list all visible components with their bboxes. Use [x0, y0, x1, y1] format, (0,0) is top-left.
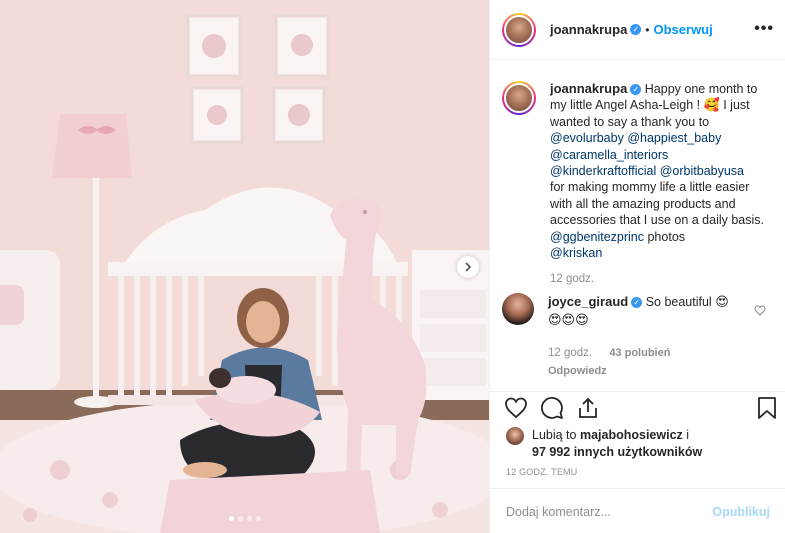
commenter-avatar[interactable]: [502, 293, 534, 325]
liker-avatar[interactable]: [506, 427, 524, 445]
carousel-indicator: [0, 516, 489, 521]
mention-link[interactable]: @caramella_interiors: [550, 148, 668, 162]
comment-body: joyce_giraud ✓ So beautiful 😍 😍😍😍 12 godz…: [548, 293, 748, 380]
mention-link[interactable]: @happiest_baby: [627, 131, 721, 145]
like-comment-heart-icon[interactable]: [754, 305, 766, 316]
verified-badge-icon: ✓: [630, 84, 642, 96]
header-separator: •: [645, 22, 650, 37]
author-avatar[interactable]: [502, 12, 536, 47]
comment-item: joyce_giraud ✓ So beautiful 😍 😍😍😍 12 godz…: [502, 293, 774, 380]
mention-link[interactable]: @kriskan: [550, 246, 602, 260]
verified-badge-icon: ✓: [631, 297, 643, 309]
comment-emoji: 😍: [715, 294, 729, 309]
author-username[interactable]: joannakrupa: [550, 22, 627, 37]
likes-prefix: Lubią to: [532, 428, 577, 442]
likes-text: Lubią to majabohosiewicz i 97 992 innych…: [532, 427, 702, 461]
likes-conj: i: [686, 428, 690, 442]
post-header: joannakrupa ✓ • Obserwuj •••: [490, 0, 785, 60]
caption-body: joannakrupa ✓ Happy one month to my littl…: [550, 81, 768, 288]
commenter-username[interactable]: joyce_giraud: [548, 294, 628, 309]
action-icons: [504, 396, 600, 420]
caption-username[interactable]: joannakrupa: [550, 81, 627, 96]
carousel-dot: [246, 516, 252, 521]
carousel-dot: [237, 516, 243, 521]
bookmark-icon[interactable]: [756, 396, 778, 420]
mention-link[interactable]: @ggbenitezprinc: [550, 230, 644, 244]
share-icon[interactable]: [576, 396, 600, 420]
publish-button[interactable]: Opublikuj: [712, 505, 770, 519]
chevron-right-icon: [465, 262, 472, 272]
comment-text: So beautiful: [645, 295, 712, 309]
add-comment-bar: Opublikuj: [490, 488, 785, 533]
caption-avatar[interactable]: [502, 81, 536, 115]
comment-bubble-icon[interactable]: [540, 396, 564, 420]
caption-timestamp[interactable]: 12 godz.: [550, 271, 768, 287]
mention-link[interactable]: @orbitbabyusa: [660, 164, 744, 178]
nursery-photo-illustration: [0, 0, 489, 533]
carousel-dot: [255, 516, 261, 521]
next-photo-button[interactable]: [457, 256, 479, 278]
post-date[interactable]: 12 GODZ. TEMU: [506, 467, 577, 477]
comment-likes[interactable]: 43 polubień: [609, 347, 670, 359]
comments-list[interactable]: joannakrupa ✓ Happy one month to my littl…: [490, 61, 785, 391]
instagram-post: joannakrupa ✓ • Obserwuj ••• joannakrupa…: [0, 0, 785, 533]
caption-text-3: for making mommy life a little easier wi…: [550, 180, 765, 228]
mention-link[interactable]: @evolurbaby: [550, 131, 624, 145]
verified-badge-icon: ✓: [630, 24, 642, 35]
comment-timestamp[interactable]: 12 godz.: [548, 347, 592, 359]
likes-summary: Lubią to majabohosiewicz i 97 992 innych…: [506, 427, 776, 461]
carousel-dot: [228, 516, 234, 521]
post-actions-section: Lubią to majabohosiewicz i 97 992 innych…: [490, 391, 785, 533]
post-side-panel: joannakrupa ✓ • Obserwuj ••• joannakrupa…: [489, 0, 785, 533]
post-caption: joannakrupa ✓ Happy one month to my littl…: [502, 81, 774, 288]
post-photo[interactable]: [0, 0, 489, 533]
comment-meta: 12 godz. 43 polubień Odpowiedz: [548, 345, 748, 380]
reply-button[interactable]: Odpowiedz: [548, 363, 734, 380]
comment-emoji: 😍😍😍: [548, 312, 589, 327]
mention-link[interactable]: @kinderkraftofficial: [550, 164, 656, 178]
follow-button[interactable]: Obserwuj: [654, 22, 713, 37]
comment-input[interactable]: [506, 504, 713, 519]
caption-text-4: photos: [647, 229, 686, 244]
more-options-icon[interactable]: •••: [754, 21, 774, 37]
caption-emoji: 🥰: [703, 97, 720, 113]
like-heart-icon[interactable]: [504, 396, 528, 420]
likes-count[interactable]: 97 992 innych użytkowników: [532, 445, 702, 459]
liker-username[interactable]: majabohosiewicz: [580, 428, 683, 442]
